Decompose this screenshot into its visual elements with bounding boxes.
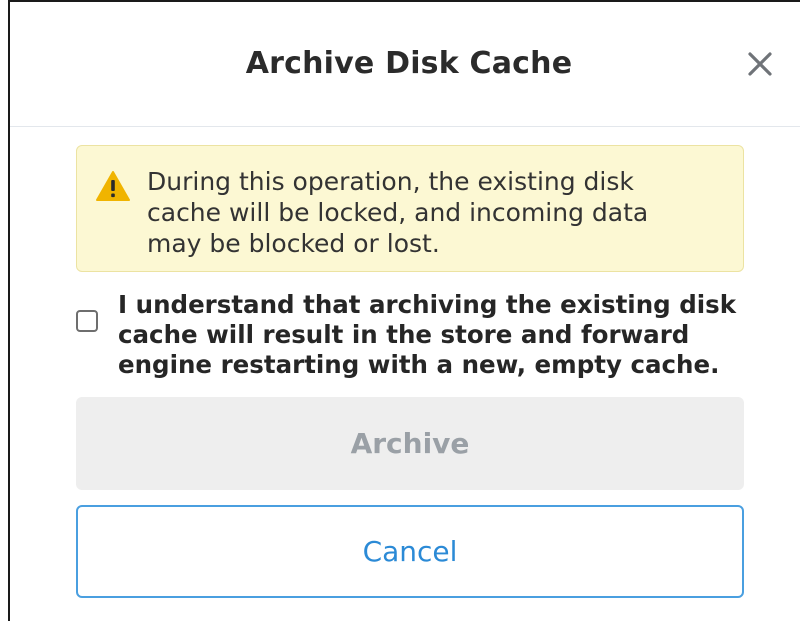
cancel-button[interactable]: Cancel — [76, 505, 744, 598]
archive-disk-cache-dialog: Archive Disk Cache During this operation… — [8, 0, 800, 621]
warning-text: During this operation, the existing disk… — [147, 167, 649, 258]
confirmation-row: I understand that archiving the existing… — [76, 290, 756, 386]
warning-triangle-icon — [96, 171, 130, 201]
archive-button[interactable]: Archive — [76, 397, 744, 490]
confirm-label[interactable]: I understand that archiving the existing… — [118, 290, 758, 380]
close-button[interactable] — [742, 46, 778, 82]
warning-banner: During this operation, the existing disk… — [76, 145, 744, 272]
close-icon — [748, 52, 772, 76]
dialog-header: Archive Disk Cache — [10, 2, 800, 127]
dialog-title: Archive Disk Cache — [245, 46, 573, 81]
confirm-checkbox[interactable] — [76, 310, 98, 332]
